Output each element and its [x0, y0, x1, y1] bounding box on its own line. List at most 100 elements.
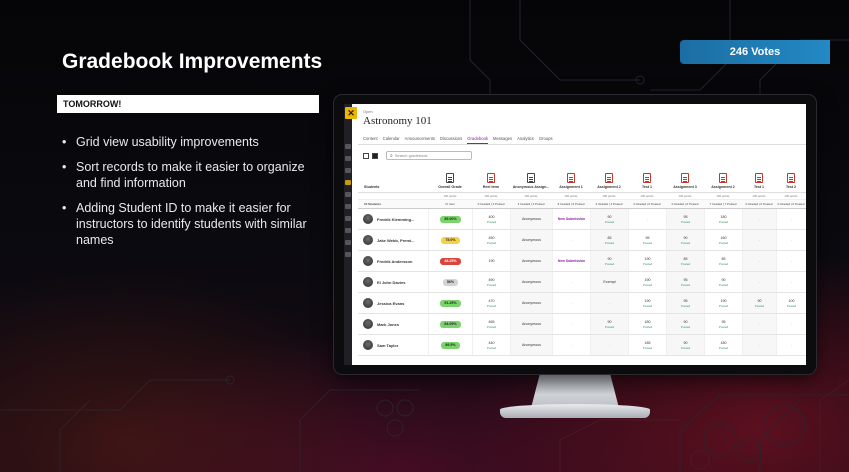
grade-cell[interactable]: Anonymous [510, 251, 552, 271]
tab-analytics[interactable]: Analytics [517, 136, 534, 144]
grade-cell[interactable]: New Submission [552, 209, 590, 229]
column-header[interactable]: Assignment 2 [590, 167, 628, 192]
grade-cell[interactable]: 160 Posted [704, 230, 742, 250]
grade-cell[interactable]: 180 Posted [704, 209, 742, 229]
tab-messages[interactable]: Messages [493, 136, 512, 144]
column-header[interactable]: Test 2 [776, 167, 806, 192]
grade-cell[interactable]: - [590, 335, 628, 355]
grade-cell[interactable]: 95 Posted [666, 293, 704, 313]
grade-cell[interactable]: 85 Posted [590, 230, 628, 250]
grade-cell[interactable]: - [552, 230, 590, 250]
table-row[interactable]: Mark Jones 84.09% 465 Posted Anonymous -90 Pos… [358, 314, 806, 335]
table-row[interactable]: Jessica Evans 91.25% 470 Posted Anonymous - -1… [358, 293, 806, 314]
grade-cell[interactable]: - [590, 293, 628, 313]
grade-cell[interactable]: 90 Posted [742, 293, 776, 313]
student-name[interactable]: Mark Jones [377, 322, 399, 327]
courses-icon[interactable] [345, 180, 351, 185]
grade-cell[interactable]: - [776, 335, 806, 355]
grade-cell[interactable]: 85 Posted [704, 251, 742, 271]
tab-content[interactable]: Content [363, 136, 378, 144]
calendar-icon[interactable] [345, 204, 351, 209]
overall-grade-cell[interactable]: 85.00% [428, 209, 472, 229]
student-cell[interactable]: El John Davies [358, 272, 428, 292]
search-input[interactable]: ⌕ Search gradebook [386, 151, 472, 160]
grade-cell[interactable]: - [628, 209, 666, 229]
grade-cell[interactable]: 90 Posted [666, 335, 704, 355]
grade-cell[interactable]: Anonymous [510, 272, 552, 292]
tools-icon[interactable] [345, 240, 351, 245]
grade-cell[interactable]: - [552, 314, 590, 334]
grade-cell[interactable]: 190 [472, 251, 510, 271]
student-cell[interactable]: Mark Jones [358, 314, 428, 334]
grade-cell[interactable]: 185 Posted [628, 335, 666, 355]
column-header[interactable]: Assignment 2 [704, 167, 742, 192]
student-cell[interactable]: Jake Webb, Premi... [358, 230, 428, 250]
column-header[interactable]: Test 1 [742, 167, 776, 192]
overall-grade-cell[interactable]: 84.09% [428, 314, 472, 334]
tab-groups[interactable]: Groups [539, 136, 553, 144]
grade-cell[interactable]: - [742, 209, 776, 229]
messages-icon[interactable] [345, 216, 351, 221]
student-name[interactable]: El John Davies [377, 280, 405, 285]
grade-cell[interactable]: Anonymous [510, 293, 552, 313]
tab-gradebook[interactable]: Gradebook [467, 136, 488, 144]
grades-icon[interactable] [345, 228, 351, 233]
signout-icon[interactable] [345, 252, 351, 257]
grade-cell[interactable]: 190 Posted [628, 251, 666, 271]
column-header[interactable]: Assignment 3 [666, 167, 704, 192]
student-cell[interactable]: Jessica Evans [358, 293, 428, 313]
grade-cell[interactable]: 90 Posted [590, 314, 628, 334]
overall-grade-cell[interactable]: 91.25% [428, 293, 472, 313]
student-cell[interactable]: Sam Taylor [358, 335, 428, 355]
grade-cell[interactable]: Anonymous [510, 314, 552, 334]
table-row[interactable]: Fredrik Andersson 48.25% 190 Anonymous New S… [358, 251, 806, 272]
grade-cell[interactable]: 100 Posted [776, 293, 806, 313]
student-name[interactable]: Fredrik Klemming... [377, 217, 414, 222]
grade-cell[interactable]: 490 Posted [472, 272, 510, 292]
grade-cell[interactable]: - [776, 314, 806, 334]
grade-cell[interactable]: - [776, 209, 806, 229]
tab-discussions[interactable]: Discussions [440, 136, 462, 144]
grade-cell[interactable]: 180 Posted [704, 335, 742, 355]
grade-cell[interactable]: 95 Posted [628, 230, 666, 250]
student-cell[interactable]: Fredrik Andersson [358, 251, 428, 271]
overall-grade-cell[interactable]: 75.0% [428, 230, 472, 250]
grade-cell[interactable]: 180 Posted [628, 314, 666, 334]
grade-cell[interactable]: 90 Posted [666, 314, 704, 334]
institution-icon[interactable] [345, 144, 351, 149]
grade-cell[interactable]: 90 Posted [704, 272, 742, 292]
grade-cell[interactable]: - [776, 230, 806, 250]
list-view-button[interactable] [363, 152, 369, 159]
grade-cell[interactable]: Anonymous [510, 209, 552, 229]
grade-cell[interactable]: 440 Posted [472, 335, 510, 355]
grade-cell[interactable]: New Submission [552, 251, 590, 271]
student-name[interactable]: Fredrik Andersson [377, 259, 412, 264]
overall-grade-cell[interactable]: 89.5% [428, 335, 472, 355]
column-header[interactable]: Assignment 1 [552, 167, 590, 192]
grade-cell[interactable]: 470 Posted [472, 293, 510, 313]
grade-cell[interactable]: 95 Posted [666, 209, 704, 229]
grade-cell[interactable]: Anonymous [510, 335, 552, 355]
overall-grade-cell[interactable]: 56% [428, 272, 472, 292]
grade-cell[interactable]: 400 Posted [472, 209, 510, 229]
tab-announcements[interactable]: Announcements [405, 136, 435, 144]
student-cell[interactable]: Fredrik Klemming... [358, 209, 428, 229]
grade-cell[interactable]: 90 Posted [590, 251, 628, 271]
grade-cell[interactable]: 190 Posted [704, 293, 742, 313]
grade-cell[interactable]: 450 Posted [472, 230, 510, 250]
table-row[interactable]: Sam Taylor 89.5% 440 Posted Anonymous - -185 Po… [358, 335, 806, 356]
grade-cell[interactable]: - [776, 251, 806, 271]
grade-cell[interactable]: - [552, 293, 590, 313]
grade-cell[interactable]: - [742, 251, 776, 271]
column-header[interactable]: Overall Grade [428, 167, 472, 192]
grade-cell[interactable]: 90 Posted [666, 230, 704, 250]
grade-cell[interactable]: 465 Posted [472, 314, 510, 334]
organizations-icon[interactable] [345, 192, 351, 197]
grade-cell[interactable]: - [552, 335, 590, 355]
profile-icon[interactable] [345, 156, 351, 161]
overall-grade-cell[interactable]: 48.25% [428, 251, 472, 271]
column-header-students[interactable]: Students [358, 167, 428, 192]
grade-cell[interactable]: 95 Posted [704, 314, 742, 334]
student-name[interactable]: Jessica Evans [377, 301, 404, 306]
grade-cell[interactable]: - [742, 272, 776, 292]
